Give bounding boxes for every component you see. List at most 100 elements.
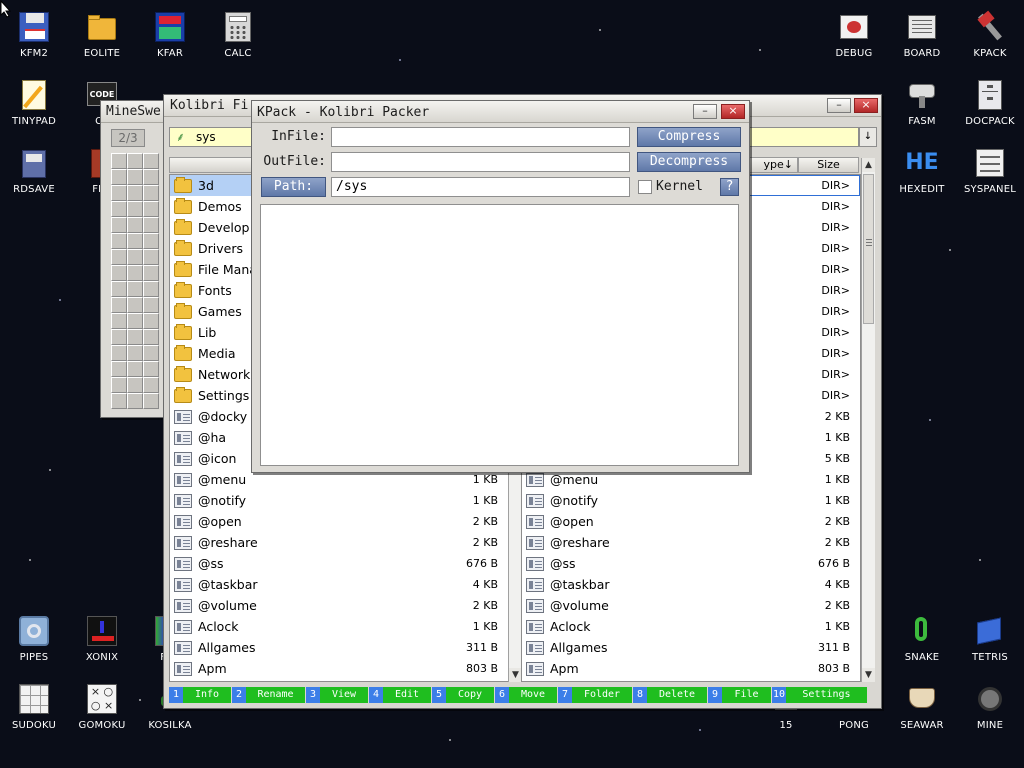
file-list-row[interactable]: @notify 1 KB: [522, 490, 860, 511]
mine-cell[interactable]: [111, 153, 127, 169]
mine-cell[interactable]: [111, 361, 127, 377]
right-address-dropdown-button[interactable]: ↓: [859, 127, 877, 147]
mine-cell[interactable]: [111, 313, 127, 329]
mine-cell[interactable]: [143, 153, 159, 169]
mine-cell[interactable]: [127, 185, 143, 201]
mine-cell[interactable]: [143, 329, 159, 345]
mine-cell[interactable]: [111, 169, 127, 185]
mine-cell[interactable]: [127, 265, 143, 281]
help-button[interactable]: ?: [720, 178, 739, 196]
mine-cell[interactable]: [127, 233, 143, 249]
filemanager-minimize-button[interactable]: –: [827, 98, 851, 113]
mine-cell[interactable]: [111, 281, 127, 297]
mine-cell[interactable]: [127, 281, 143, 297]
desktop-icon-board[interactable]: BOARD: [888, 10, 956, 59]
desktop-icon-syspanel[interactable]: SYSPANEL: [956, 146, 1024, 195]
mine-cell[interactable]: [127, 377, 143, 393]
desktop-icon-snake[interactable]: SNAKE: [888, 614, 956, 663]
fkey-view-button[interactable]: 3 View: [306, 687, 368, 703]
kpack-titlebar[interactable]: KPack - Kolibri Packer – ×: [252, 101, 749, 123]
fkey-delete-button[interactable]: 8 Delete: [633, 687, 707, 703]
desktop-icon-tetris[interactable]: TETRIS: [956, 614, 1024, 663]
mine-cell[interactable]: [143, 185, 159, 201]
mine-cell[interactable]: [111, 185, 127, 201]
desktop-icon-fasm[interactable]: FASM: [888, 78, 956, 127]
desktop-icon-calc[interactable]: CALC: [204, 10, 272, 59]
desktop-icon-seawar[interactable]: SEAWAR: [888, 682, 956, 731]
mine-cell[interactable]: [143, 361, 159, 377]
path-input[interactable]: /sys: [331, 177, 630, 197]
mine-cell[interactable]: [111, 265, 127, 281]
decompress-button[interactable]: Decompress: [637, 152, 741, 172]
mine-cell[interactable]: [127, 313, 143, 329]
mine-cell[interactable]: [111, 377, 127, 393]
fkey-folder-button[interactable]: 7 Folder: [558, 687, 632, 703]
fkey-move-button[interactable]: 6 Move: [495, 687, 557, 703]
mine-cell[interactable]: [111, 297, 127, 313]
mine-cell[interactable]: [111, 329, 127, 345]
kpack-minimize-button[interactable]: –: [693, 104, 717, 119]
file-list-row[interactable]: @taskbar 4 KB: [170, 574, 508, 595]
mine-cell[interactable]: [143, 377, 159, 393]
desktop-icon-hexedit[interactable]: HE HEXEDIT: [888, 146, 956, 195]
mine-cell[interactable]: [143, 313, 159, 329]
fkey-settings-button[interactable]: 10 Settings: [772, 687, 867, 703]
kpack-close-button[interactable]: ×: [721, 104, 745, 119]
file-list-row[interactable]: Apm 803 B: [522, 658, 860, 679]
file-list-row[interactable]: Apm 803 B: [170, 658, 508, 679]
mine-cell[interactable]: [111, 201, 127, 217]
mine-field[interactable]: [111, 153, 159, 409]
kernel-checkbox[interactable]: [638, 180, 652, 194]
desktop-icon-pipes[interactable]: PIPES: [0, 614, 68, 663]
mine-cell[interactable]: [111, 217, 127, 233]
file-list-row[interactable]: @volume 2 KB: [170, 595, 508, 616]
right-scroll-down-icon[interactable]: ▼: [862, 668, 875, 682]
mine-cell[interactable]: [127, 201, 143, 217]
desktop-icon-kfar[interactable]: KFAR: [136, 10, 204, 59]
right-scroll-up-icon[interactable]: ▲: [862, 158, 875, 172]
mine-cell[interactable]: [143, 201, 159, 217]
mine-cell[interactable]: [127, 217, 143, 233]
mine-cell[interactable]: [143, 217, 159, 233]
file-list-row[interactable]: Aclock 1 KB: [170, 616, 508, 637]
desktop-icon-sudoku[interactable]: SUDOKU: [0, 682, 68, 731]
mine-cell[interactable]: [143, 393, 159, 409]
file-list-row[interactable]: Aclock 1 KB: [522, 616, 860, 637]
mine-cell[interactable]: [127, 249, 143, 265]
mine-cell[interactable]: [111, 345, 127, 361]
mine-cell[interactable]: [143, 281, 159, 297]
file-list-row[interactable]: @volume 2 KB: [522, 595, 860, 616]
fkey-edit-button[interactable]: 4 Edit: [369, 687, 431, 703]
mine-cell[interactable]: [127, 329, 143, 345]
desktop-icon-eolite[interactable]: EOLITE: [68, 10, 136, 59]
mine-cell[interactable]: [127, 297, 143, 313]
fkey-rename-button[interactable]: 2 Rename: [232, 687, 305, 703]
desktop-icon-xonix[interactable]: XONIX: [68, 614, 136, 663]
mine-cell[interactable]: [143, 233, 159, 249]
mine-cell[interactable]: [143, 297, 159, 313]
file-list-row[interactable]: @taskbar 4 KB: [522, 574, 860, 595]
mine-cell[interactable]: [127, 345, 143, 361]
file-list-row[interactable]: @ss 676 B: [522, 553, 860, 574]
mine-cell[interactable]: [111, 249, 127, 265]
desktop-icon-mine[interactable]: MINE: [956, 682, 1024, 731]
file-list-row[interactable]: @reshare 2 KB: [522, 532, 860, 553]
desktop-icon-debug[interactable]: DEBUG: [820, 10, 888, 59]
outfile-input[interactable]: [331, 152, 630, 172]
right-scroll-thumb[interactable]: [863, 174, 874, 324]
infile-input[interactable]: [331, 127, 630, 147]
file-list-row[interactable]: @open 2 KB: [522, 511, 860, 532]
mine-cell[interactable]: [111, 233, 127, 249]
mine-cell[interactable]: [111, 393, 127, 409]
desktop-icon-docpack[interactable]: DOCPACK: [956, 78, 1024, 127]
compress-button[interactable]: Compress: [637, 127, 741, 147]
right-scrollbar[interactable]: ▲ ▼: [861, 158, 875, 682]
file-list-row[interactable]: Allgames 311 B: [522, 637, 860, 658]
desktop-icon-tinypad[interactable]: TINYPAD: [0, 78, 68, 127]
desktop-icon-gomoku[interactable]: × ○ ○ × GOMOKU: [68, 682, 136, 731]
file-list-row[interactable]: @ss 676 B: [170, 553, 508, 574]
desktop-icon-kpack[interactable]: KPACK: [956, 10, 1024, 59]
file-list-row[interactable]: @reshare 2 KB: [170, 532, 508, 553]
mine-cell[interactable]: [127, 169, 143, 185]
right-column-header-size[interactable]: Size: [798, 157, 859, 173]
